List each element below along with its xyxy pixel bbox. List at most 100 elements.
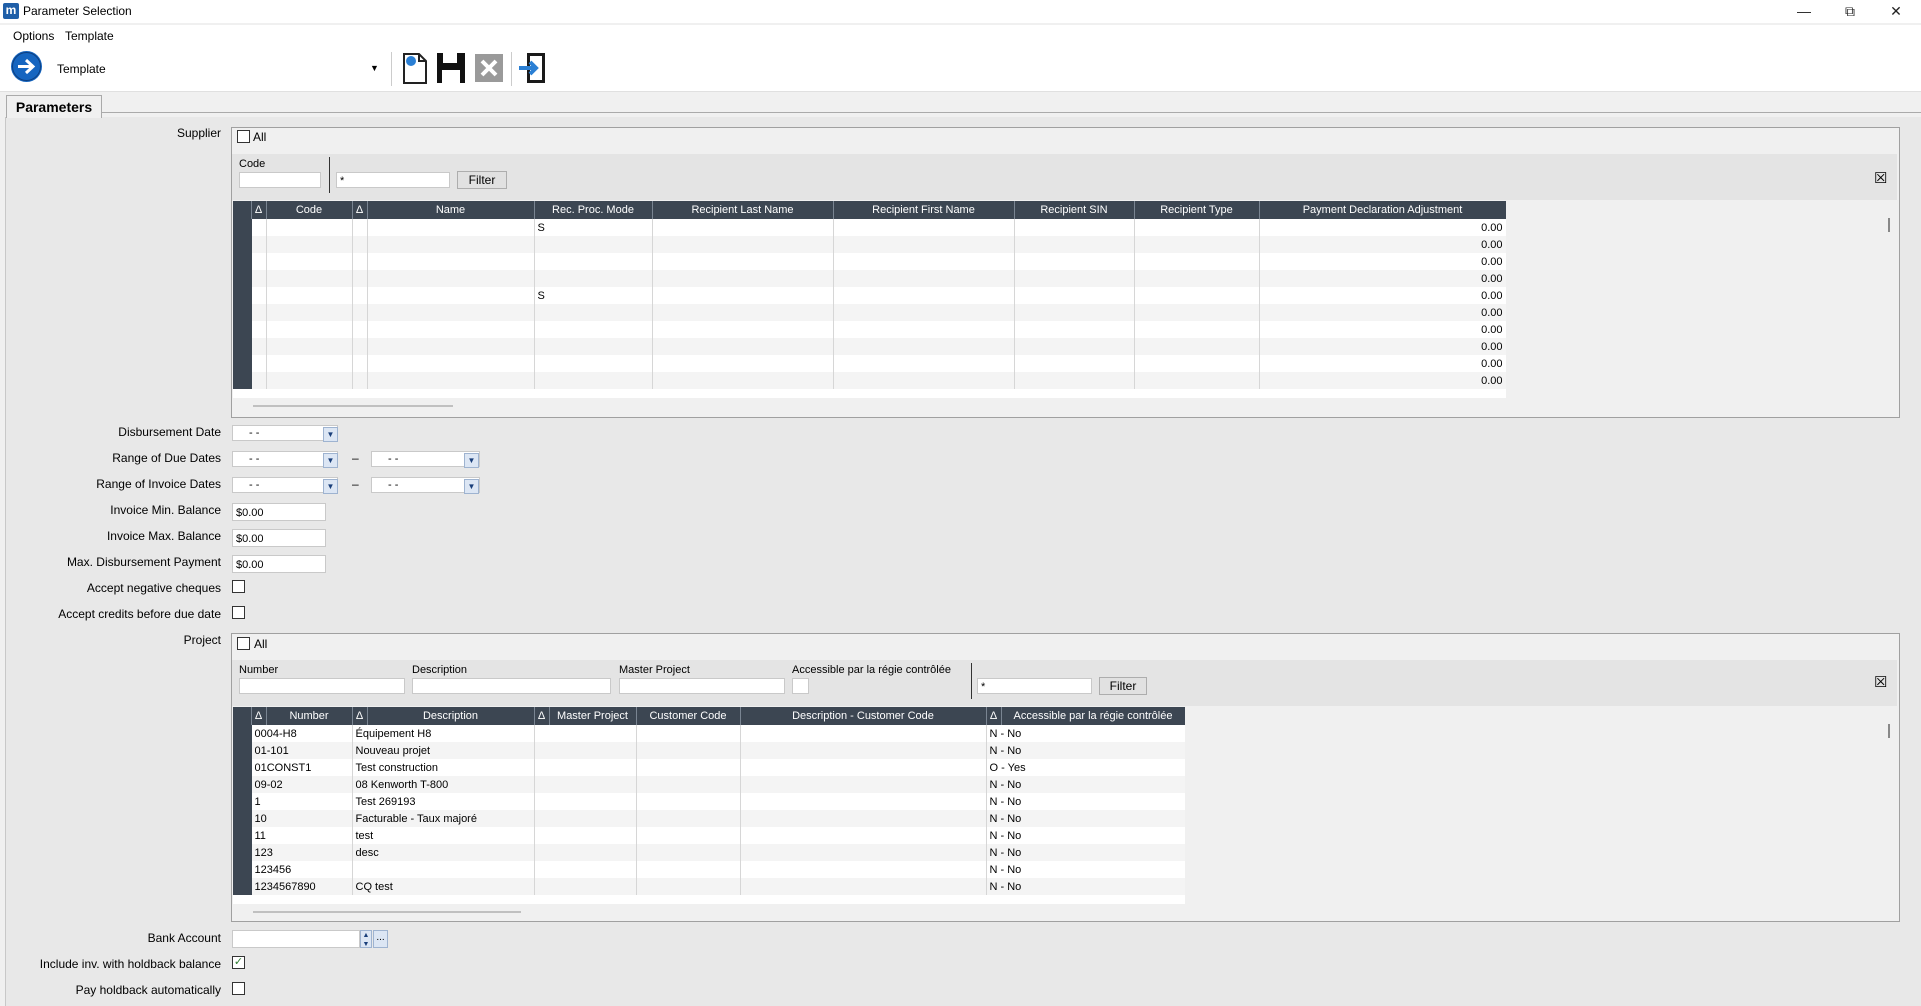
row-selector[interactable] xyxy=(233,355,252,372)
column-header[interactable]: Description xyxy=(367,707,535,725)
save-icon[interactable] xyxy=(434,50,468,86)
checkmark-icon[interactable]: ✓ xyxy=(232,956,245,969)
master-project-filter-input[interactable] xyxy=(619,678,785,694)
column-header[interactable]: Recipient SIN xyxy=(1014,201,1135,219)
holdback-auto-checkbox[interactable] xyxy=(232,982,245,995)
row-selector[interactable] xyxy=(233,861,252,878)
chevron-down-icon[interactable]: ▼ xyxy=(323,479,338,494)
table-row[interactable]: 0004-H8 Équipement H8 N - No xyxy=(233,725,1185,742)
table-row[interactable]: 11 test N - No xyxy=(233,827,1185,844)
table-row[interactable]: 0.00 xyxy=(233,338,1506,355)
sort-delta-icon[interactable]: Δ xyxy=(352,707,368,725)
row-selector[interactable] xyxy=(233,236,252,253)
column-header[interactable]: Rec. Proc. Mode xyxy=(534,201,653,219)
sort-delta-icon[interactable]: Δ xyxy=(534,707,550,725)
ellipsis-lookup-icon[interactable]: ... xyxy=(373,930,388,948)
table-row[interactable]: 01-101 Nouveau projet N - No xyxy=(233,742,1185,759)
supplier-horizontal-scrollbar[interactable] xyxy=(233,398,1897,415)
row-selector[interactable] xyxy=(233,793,252,810)
credits-before-due-checkbox[interactable] xyxy=(232,606,245,619)
invoice-min-input[interactable]: $0.00 xyxy=(232,503,326,521)
column-header[interactable]: Description - Customer Code xyxy=(740,707,987,725)
code-filter-input[interactable] xyxy=(239,172,321,188)
table-row[interactable]: 1 Test 269193 N - No xyxy=(233,793,1185,810)
row-selector[interactable] xyxy=(233,304,252,321)
row-selector[interactable] xyxy=(233,270,252,287)
exit-icon[interactable] xyxy=(516,50,550,86)
supplier-vertical-scrollbar[interactable] xyxy=(1882,201,1897,398)
table-row[interactable]: 09-02 08 Kenworth T-800 N - No xyxy=(233,776,1185,793)
table-row[interactable]: 0.00 xyxy=(233,372,1506,389)
table-row[interactable]: 0.00 xyxy=(233,253,1506,270)
row-selector[interactable] xyxy=(233,253,252,270)
project-filter-button[interactable]: Filter xyxy=(1099,677,1147,695)
supplier-filter-button[interactable]: Filter xyxy=(457,171,507,189)
table-row[interactable]: S 0.00 xyxy=(233,219,1506,236)
row-selector[interactable] xyxy=(233,219,252,236)
row-selector[interactable] xyxy=(233,759,252,776)
tab-parameters[interactable]: Parameters xyxy=(6,95,102,118)
invoice-max-input[interactable]: $0.00 xyxy=(232,529,326,547)
project-all-checkbox[interactable] xyxy=(237,637,250,650)
bank-account-input[interactable] xyxy=(232,930,360,948)
chevron-down-icon[interactable]: ▼ xyxy=(323,427,338,442)
template-dropdown-icon[interactable]: ▼ xyxy=(370,63,379,73)
column-header[interactable]: Number xyxy=(266,707,353,725)
table-row[interactable]: 0.00 xyxy=(233,236,1506,253)
row-selector[interactable] xyxy=(233,827,252,844)
restore-icon[interactable]: ⧉ xyxy=(1827,0,1873,23)
column-header[interactable]: Recipient Type xyxy=(1134,201,1260,219)
column-header[interactable]: Recipient First Name xyxy=(833,201,1015,219)
max-disbursement-input[interactable]: $0.00 xyxy=(232,555,326,573)
sort-delta-icon[interactable]: Δ xyxy=(986,707,1002,725)
table-row[interactable]: 0.00 xyxy=(233,321,1506,338)
row-selector[interactable] xyxy=(233,742,252,759)
project-wildcard-input[interactable]: * xyxy=(977,678,1092,694)
new-document-icon[interactable] xyxy=(398,50,432,86)
column-header[interactable]: Master Project xyxy=(549,707,637,725)
row-selector[interactable] xyxy=(233,878,252,895)
spinner-icon[interactable]: ▲ ▼ xyxy=(360,930,372,948)
menu-template[interactable]: Template xyxy=(65,29,114,43)
row-selector[interactable] xyxy=(233,844,252,861)
template-selector[interactable]: Template xyxy=(57,62,106,76)
sort-delta-icon[interactable]: Δ xyxy=(251,707,267,725)
table-row[interactable]: 10 Facturable - Taux majoré N - No xyxy=(233,810,1185,827)
column-header[interactable]: Accessible par la régie contrôlée xyxy=(1001,707,1185,725)
project-vertical-scrollbar[interactable] xyxy=(1882,707,1897,904)
minimize-icon[interactable]: — xyxy=(1781,0,1827,23)
column-header[interactable]: Name xyxy=(367,201,535,219)
column-header[interactable]: Payment Declaration Adjustment xyxy=(1259,201,1506,219)
table-row[interactable]: 0.00 xyxy=(233,304,1506,321)
column-header[interactable]: Recipient Last Name xyxy=(652,201,834,219)
row-selector[interactable] xyxy=(233,372,252,389)
chevron-down-icon[interactable]: ▼ xyxy=(323,453,338,468)
chevron-down-icon[interactable]: ▼ xyxy=(464,479,479,494)
table-row[interactable]: 1234567890 CQ test N - No xyxy=(233,878,1185,895)
access-filter-input[interactable] xyxy=(792,678,809,694)
column-header[interactable]: Customer Code xyxy=(636,707,741,725)
close-filter-icon[interactable]: ☒ xyxy=(1874,673,1887,691)
column-header[interactable]: Code xyxy=(266,201,353,219)
table-row[interactable]: 0.00 xyxy=(233,270,1506,287)
chevron-down-icon[interactable]: ▼ xyxy=(464,453,479,468)
table-row[interactable]: 123456 N - No xyxy=(233,861,1185,878)
go-arrow-icon[interactable] xyxy=(11,51,42,82)
negative-cheques-checkbox[interactable] xyxy=(232,580,245,593)
menu-options[interactable]: Options xyxy=(13,29,54,43)
supplier-all-checkbox[interactable] xyxy=(237,130,250,143)
table-row[interactable]: 0.00 xyxy=(233,355,1506,372)
table-row[interactable]: 123 desc N - No xyxy=(233,844,1185,861)
close-filter-icon[interactable]: ☒ xyxy=(1874,169,1887,187)
row-selector[interactable] xyxy=(233,287,252,304)
row-selector[interactable] xyxy=(233,725,252,742)
row-selector[interactable] xyxy=(233,338,252,355)
row-selector[interactable] xyxy=(233,810,252,827)
table-row[interactable]: S 0.00 xyxy=(233,287,1506,304)
number-filter-input[interactable] xyxy=(239,678,405,694)
supplier-wildcard-input[interactable]: * xyxy=(336,172,450,188)
table-row[interactable]: 01CONST1 Test construction O - Yes xyxy=(233,759,1185,776)
close-icon[interactable]: ✕ xyxy=(1873,0,1919,23)
description-filter-input[interactable] xyxy=(412,678,611,694)
sort-delta-icon[interactable]: Δ xyxy=(352,201,368,219)
